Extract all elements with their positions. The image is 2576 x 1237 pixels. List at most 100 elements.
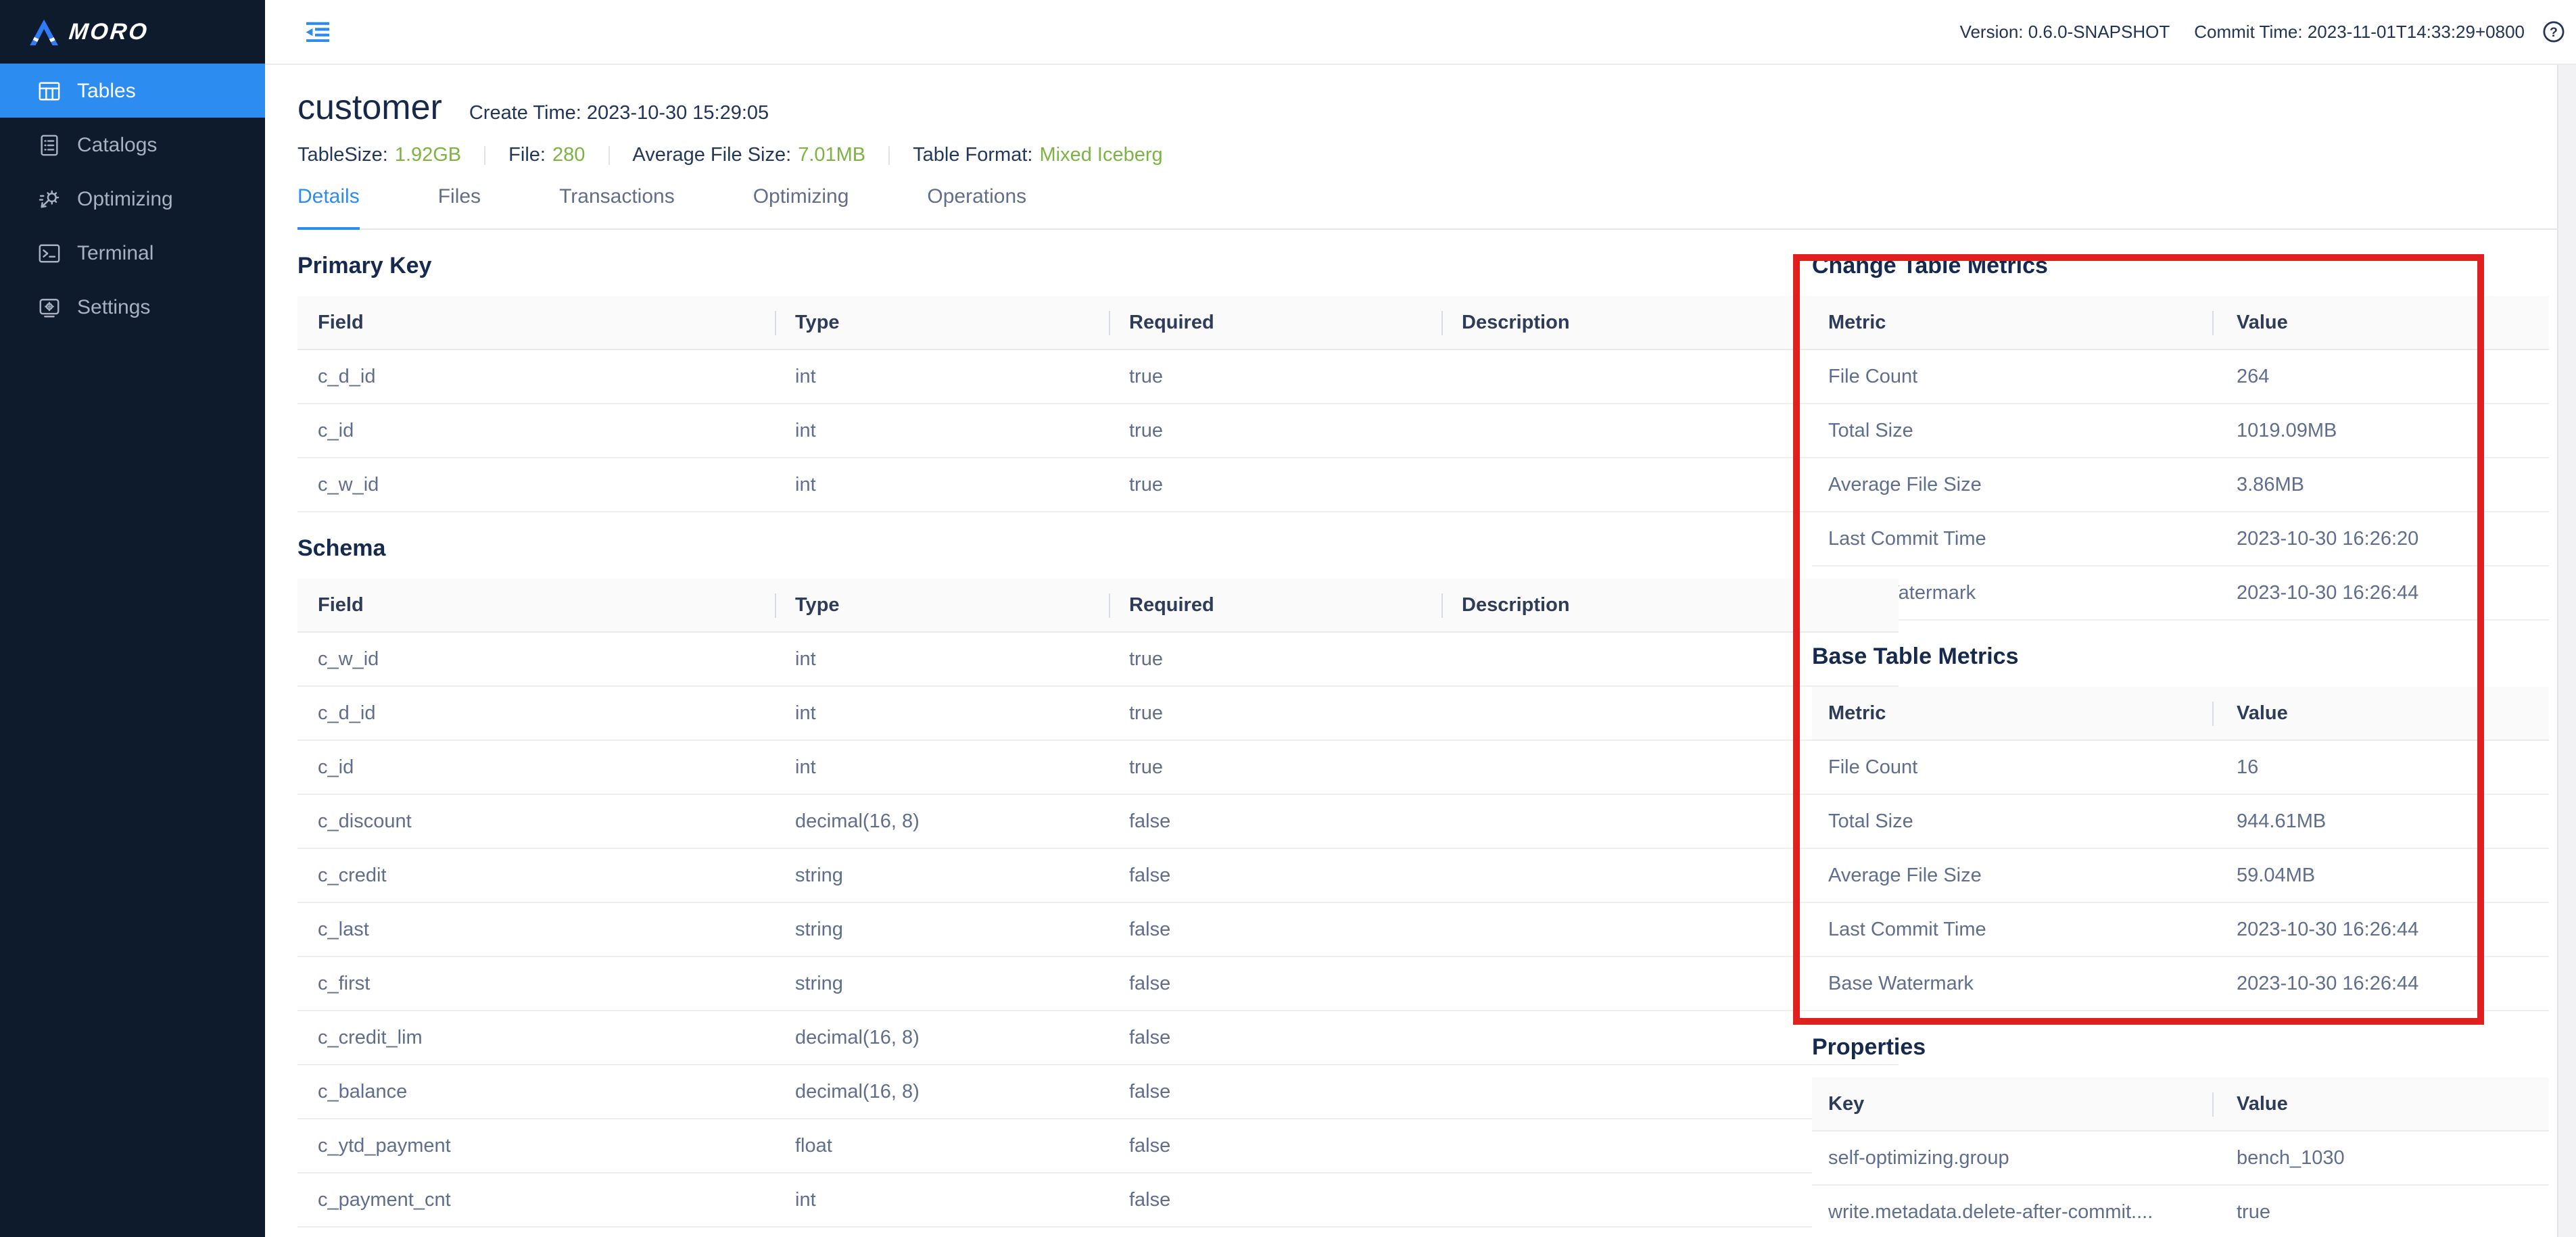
help-question-icon[interactable]: ? xyxy=(2542,20,2565,43)
table-cell: false xyxy=(1109,1011,1441,1065)
sidebar-item-catalogs[interactable]: Catalogs xyxy=(0,118,265,172)
sidebar: MORO Tables Catalogs Optimizing xyxy=(0,0,265,1237)
tab-files[interactable]: Files xyxy=(438,185,481,228)
table-cell: c_discount xyxy=(297,794,775,848)
table-cell: false xyxy=(1109,848,1441,902)
stat-table-size: TableSize:1.92GB xyxy=(297,145,461,166)
table-cell: int xyxy=(775,1173,1109,1227)
table-cell: decimal(16, 8) xyxy=(775,794,1109,848)
menu-fold-icon[interactable] xyxy=(306,22,330,42)
optimizing-gear-icon xyxy=(38,187,61,210)
table-cell: true xyxy=(1109,632,1441,686)
table-row: c_ytd_paymentfloatfalse xyxy=(297,1119,1899,1173)
column-header: Type xyxy=(775,296,1109,349)
table-cell: false xyxy=(1109,794,1441,848)
base-table-metrics-table: MetricValueFile Count16Total Size944.61M… xyxy=(1812,687,2549,1011)
primary-key-table: FieldTypeRequiredDescriptionc_d_idinttru… xyxy=(297,296,1899,512)
tab-operations[interactable]: Operations xyxy=(927,185,1026,228)
table-cell: c_credit xyxy=(297,848,775,902)
left-column: Primary Key FieldTypeRequiredDescription… xyxy=(297,251,1774,1228)
table-cell: File Count xyxy=(1812,740,2212,794)
table-cell: int xyxy=(775,740,1109,794)
table-cell: false xyxy=(1109,902,1441,956)
table-row: c_laststringfalse xyxy=(297,902,1899,956)
table-cell: decimal(16, 8) xyxy=(775,1065,1109,1119)
table-cell: int xyxy=(775,686,1109,740)
amoro-logo-icon xyxy=(30,18,59,45)
table-cell: c_id xyxy=(297,404,775,458)
divider xyxy=(608,146,609,165)
column-header: Type xyxy=(775,579,1109,632)
stat-average-file-size: Average File Size:7.01MB xyxy=(632,145,865,166)
table-cell: 1019.09MB xyxy=(2212,404,2549,458)
sidebar-item-terminal[interactable]: Terminal xyxy=(0,226,265,280)
table-cell: c_balance xyxy=(297,1065,775,1119)
table-row: Total Size944.61MB xyxy=(1812,794,2549,848)
column-header: Field xyxy=(297,579,775,632)
column-header: Required xyxy=(1109,579,1441,632)
table-cell: c_first xyxy=(297,956,775,1011)
version-label: Version: 0.6.0-SNAPSHOT xyxy=(1960,22,2170,42)
table-row: c_w_idinttrue xyxy=(297,458,1899,512)
table-cell: true xyxy=(1109,686,1441,740)
table-cell: true xyxy=(1109,458,1441,512)
terminal-icon xyxy=(38,241,61,264)
table-cell: float xyxy=(775,1119,1109,1173)
table-cell: string xyxy=(775,848,1109,902)
table-cell: c_w_id xyxy=(297,458,775,512)
table-cell: Last Commit Time xyxy=(1812,902,2212,956)
sidebar-item-label: Settings xyxy=(77,295,150,318)
table-cell: 2023-10-30 16:26:20 xyxy=(2212,512,2549,566)
table-cell: int xyxy=(775,404,1109,458)
page-title: customer xyxy=(297,87,442,128)
table-row: c_payment_cntintfalse xyxy=(297,1173,1899,1227)
table-cell: Average File Size xyxy=(1812,458,2212,512)
main-area: Version: 0.6.0-SNAPSHOT Commit Time: 202… xyxy=(265,0,2576,1237)
table-cell: int xyxy=(775,632,1109,686)
vertical-scrollbar[interactable] xyxy=(2557,65,2576,1237)
table-cell: int xyxy=(775,458,1109,512)
table-cell: 2023-10-30 16:26:44 xyxy=(2212,902,2549,956)
table-row: c_creditstringfalse xyxy=(297,848,1899,902)
table-cell: c_credit_lim xyxy=(297,1011,775,1065)
table-cell: bench_1030 xyxy=(2212,1131,2549,1185)
change-table-metrics-title: Change Table Metrics xyxy=(1812,251,2549,281)
column-header: Value xyxy=(2212,296,2549,349)
column-header: Field xyxy=(297,296,775,349)
sidebar-item-label: Tables xyxy=(77,79,136,102)
table-row: File Count264 xyxy=(1812,349,2549,404)
sidebar-item-label: Catalogs xyxy=(77,133,157,156)
tab-transactions[interactable]: Transactions xyxy=(559,185,675,228)
table-cell: true xyxy=(1109,404,1441,458)
table-cell: 944.61MB xyxy=(2212,794,2549,848)
sidebar-item-settings[interactable]: Settings xyxy=(0,280,265,334)
table-cell: string xyxy=(775,902,1109,956)
table-row: write.metadata.delete-after-commit....tr… xyxy=(1812,1185,2549,1237)
table-cell: 59.04MB xyxy=(2212,848,2549,902)
divider xyxy=(484,146,485,165)
svg-text:?: ? xyxy=(2550,25,2558,40)
table-row: c_idinttrue xyxy=(297,404,1899,458)
tab-details[interactable]: Details xyxy=(297,185,360,230)
sidebar-item-tables[interactable]: Tables xyxy=(0,64,265,118)
tab-optimizing[interactable]: Optimizing xyxy=(753,185,849,228)
table-row: c_discountdecimal(16, 8)false xyxy=(297,794,1899,848)
logo[interactable]: MORO xyxy=(0,0,265,64)
top-header: Version: 0.6.0-SNAPSHOT Commit Time: 202… xyxy=(265,0,2576,65)
table-cell: write.metadata.delete-after-commit.... xyxy=(1812,1185,2212,1237)
table-cell: c_payment_cnt xyxy=(297,1173,775,1227)
divider xyxy=(888,146,890,165)
sidebar-item-optimizing[interactable]: Optimizing xyxy=(0,172,265,226)
change-table-metrics-table: MetricValueFile Count264Total Size1019.0… xyxy=(1812,296,2549,621)
table-row: c_balancedecimal(16, 8)false xyxy=(297,1065,1899,1119)
table-cell: 2023-10-30 16:26:44 xyxy=(2212,956,2549,1011)
table-row: Last Commit Time2023-10-30 16:26:20 xyxy=(1812,512,2549,566)
table-cell: c_d_id xyxy=(297,686,775,740)
version-info: Version: 0.6.0-SNAPSHOT Commit Time: 202… xyxy=(1960,22,2525,42)
column-header: Value xyxy=(2212,1077,2549,1131)
table-row: Total Size1019.09MB xyxy=(1812,404,2549,458)
table-cell: true xyxy=(2212,1185,2549,1237)
table-row: File Count16 xyxy=(1812,740,2549,794)
table-cell: false xyxy=(1109,1119,1441,1173)
table-row: c_credit_limdecimal(16, 8)false xyxy=(297,1011,1899,1065)
